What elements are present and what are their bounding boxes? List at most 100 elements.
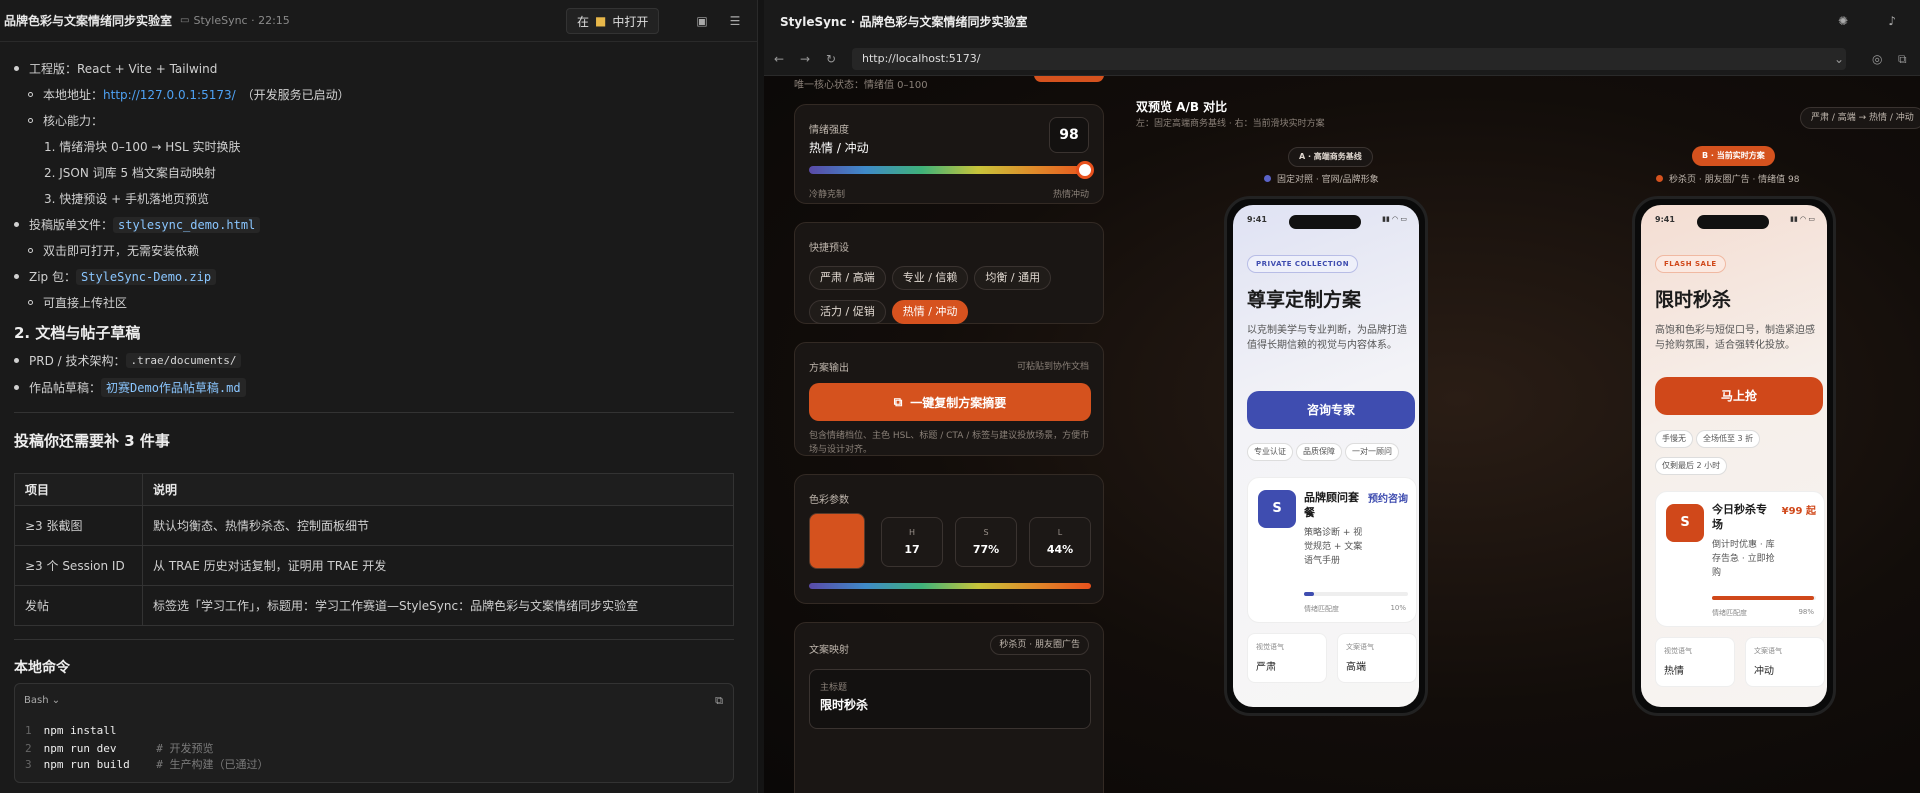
preset-passionate[interactable]: 热情 / 冲动 bbox=[891, 300, 969, 324]
intensity-card: 情绪强度 热情 / 冲动 98 冷静克制 热情冲动 bbox=[794, 104, 1104, 204]
folder-icon: ▭ bbox=[180, 15, 190, 26]
intensity-slider[interactable] bbox=[809, 166, 1091, 174]
url-input[interactable]: http://localhost:5173/ bbox=[852, 48, 1846, 70]
list-item: 双击即可打开，无需安装依赖 bbox=[28, 242, 199, 259]
lightness-box: L 44% bbox=[1029, 517, 1091, 567]
copy-icon[interactable]: ⧉ bbox=[715, 694, 723, 708]
status-icons: ▮▮ ◠ ▭ bbox=[1382, 215, 1407, 223]
preset-professional[interactable]: 专业 / 信赖 bbox=[891, 266, 969, 290]
divider bbox=[14, 412, 734, 413]
local-url-link[interactable]: http://127.0.0.1:5173/ bbox=[103, 88, 236, 102]
phone-title: 尊享定制方案 bbox=[1247, 289, 1362, 311]
list-item: 3. 快捷预设 + 手机落地页预览 bbox=[44, 192, 209, 206]
page-viewport: 唯一核心状态：情绪值 0–100 情绪强度 热情 / 冲动 98 冷静克制 热情… bbox=[764, 76, 1920, 793]
chat-title: 品牌色彩与文案情绪同步实验室 bbox=[4, 14, 173, 28]
note-b: 秒杀页 · 朋友圈广告 · 情绪值 98 bbox=[1656, 172, 1799, 185]
section-heading-cmd: 本地命令 bbox=[14, 660, 70, 676]
bell-icon[interactable]: ♪ bbox=[1888, 14, 1896, 28]
ab-title: 双预览 A/B 对比 bbox=[1136, 100, 1228, 114]
match-meter bbox=[1304, 592, 1408, 596]
table-header-row: 项目 说明 bbox=[14, 473, 734, 506]
saturation-box: S 77% bbox=[955, 517, 1017, 567]
code-block: Bash ⌄ ⧉ 1 npm install 2 npm run dev # 开发预… bbox=[14, 683, 734, 783]
table-row: ≥3 张截图 默认均衡态、热情秒杀态、控制面板细节 bbox=[14, 505, 734, 546]
phone-chips: 专业认证 品质保障 一对一顾问 bbox=[1247, 439, 1419, 466]
phone-offer-card: S 品牌顾问套餐 预约咨询 策略诊断 + 视觉规范 + 文案语气手册 情绪匹配度… bbox=[1247, 477, 1417, 623]
app-window: 品牌色彩与文案情绪同步实验室 ▭ StyleSync · 22:15 在 ■ 中打开 … bbox=[0, 0, 1920, 793]
list-item: 作品帖草稿： 初赛Demo作品帖草稿.md bbox=[14, 378, 246, 397]
list-item: 投稿版单文件： stylesync_demo.html bbox=[14, 216, 261, 233]
section-heading-need: 投稿你还需要补 3 件事 bbox=[14, 432, 170, 450]
brightness-icon[interactable]: ✺ bbox=[1838, 14, 1848, 28]
hue-bar bbox=[809, 583, 1091, 589]
avatar: S bbox=[1258, 490, 1296, 528]
phone-preview-b: 9:41 ▮▮ ◠ ▭ FLASH SALE 限时秒杀 高饱和色彩与短促口号，制造… bbox=[1632, 196, 1836, 716]
phone-screen: 9:41 ▮▮ ◠ ▭ PRIVATE COLLECTION 尊享定制方案 以克制… bbox=[1233, 205, 1419, 707]
preset-serious[interactable]: 严肃 / 高端 bbox=[809, 266, 886, 290]
copy-mapping-card: 文案映射 秒杀页 · 朋友圈广告 主标题 限时秒杀 bbox=[794, 622, 1104, 793]
book-consult-link[interactable]: 预约咨询 bbox=[1368, 490, 1408, 505]
list-item: 核心能力： bbox=[28, 112, 103, 129]
target-icon[interactable]: ◎ bbox=[1872, 52, 1882, 66]
output-description: 包含情绪档位、主色 HSL、标题 / CTA / 标签与建议投放场景，方便市场与… bbox=[809, 431, 1090, 455]
visual-tone-card: 视觉语气 热情 bbox=[1655, 637, 1735, 687]
phone-tag: FLASH SALE bbox=[1655, 255, 1726, 273]
forward-icon[interactable]: → bbox=[800, 52, 810, 66]
headline-field[interactable]: 主标题 限时秒杀 bbox=[809, 669, 1091, 729]
note-a: 固定对照 · 官网/品牌形象 bbox=[1264, 172, 1379, 185]
presets-card: 快捷预设 严肃 / 高端 专业 / 信赖 均衡 / 通用 活力 / 促销 热情 / 冲动 bbox=[794, 222, 1104, 324]
phone-screen: 9:41 ▮▮ ◠ ▭ FLASH SALE 限时秒杀 高饱和色彩与短促口号，制造… bbox=[1641, 205, 1827, 707]
phone-tag: PRIVATE COLLECTION bbox=[1247, 255, 1359, 273]
preset-list: 严肃 / 高端 专业 / 信赖 均衡 / 通用活力 / 促销 热情 / 冲动 bbox=[809, 259, 1099, 327]
back-icon[interactable]: ← bbox=[774, 52, 784, 66]
zip-file-code: StyleSync-Demo.zip bbox=[76, 268, 217, 285]
visual-tone-card: 视觉语气 严肃 bbox=[1247, 633, 1327, 683]
draft-file-link[interactable]: 初赛Demo作品帖草稿.md bbox=[101, 378, 246, 397]
todo-table: 项目 说明 ≥3 张截图 默认均衡态、热情秒杀态、控制面板细节 ≥3 个 Sessi… bbox=[14, 473, 734, 626]
single-file-code: stylesync_demo.html bbox=[113, 216, 261, 233]
phone-desc: 高饱和色彩与短促口号，制造紧迫感与抢购氛围，适合强转化投放。 bbox=[1655, 325, 1815, 351]
list-item: 可直接上传社区 bbox=[28, 294, 127, 311]
phone-desc: 以克制美学与专业判断，为品牌打造值得长期信赖的视觉与内容体系。 bbox=[1247, 325, 1407, 351]
browser-title-bar: StyleSync · 品牌色彩与文案情绪同步实验室 ✺ ♪ bbox=[764, 0, 1920, 42]
tag-b: B · 当前实时方案 bbox=[1692, 146, 1775, 166]
state-badge bbox=[1034, 76, 1104, 82]
terminal-icon[interactable]: ▣ bbox=[694, 13, 710, 29]
code-line: 1 npm install bbox=[25, 724, 117, 737]
browser-panel: StyleSync · 品牌色彩与文案情绪同步实验室 ✺ ♪ ← → ↻ htt… bbox=[764, 0, 1920, 793]
phone-cta-button[interactable]: 咨询专家 bbox=[1247, 391, 1415, 429]
color-card: 色彩参数 H 17 S 77% L 44% bbox=[794, 474, 1104, 604]
phone-chips: 手慢无 全场低至 3 折仅剩最后 2 小时 bbox=[1655, 426, 1795, 480]
open-in-button[interactable]: 在 ■ 中打开 bbox=[566, 8, 660, 34]
tag-a: A · 高端商务基线 bbox=[1288, 147, 1373, 167]
divider bbox=[14, 639, 734, 640]
phone-cta-button[interactable]: 马上抢 bbox=[1655, 377, 1823, 415]
copy-tone-card: 文案语气 冲动 bbox=[1745, 637, 1825, 687]
chat-header: 品牌色彩与文案情绪同步实验室 ▭ StyleSync · 22:15 在 ■ 中打开 … bbox=[0, 0, 758, 42]
list-item: 工程版：React + Vite + Tailwind bbox=[14, 60, 217, 77]
reload-icon[interactable]: ↻ bbox=[826, 52, 836, 66]
code-language-label[interactable]: Bash ⌄ bbox=[24, 695, 60, 706]
code-line: 2 npm run dev # 开发预览 bbox=[25, 742, 214, 755]
ab-subtitle: 左：固定高端商务基线 · 右：当前滑块实时方案 bbox=[1136, 119, 1325, 129]
preset-vibrant[interactable]: 活力 / 促销 bbox=[809, 300, 886, 324]
match-meter bbox=[1712, 596, 1816, 600]
output-card: 方案输出 可粘贴到协作文档 ⧉ 一键复制方案摘要 包含情绪档位、主色 HSL、标题… bbox=[794, 342, 1104, 456]
code-line: 3 npm run build # 生产构建（已通过） bbox=[25, 758, 269, 771]
avatar: S bbox=[1666, 504, 1704, 542]
status-icons: ▮▮ ◠ ▭ bbox=[1790, 215, 1815, 223]
hue-box: H 17 bbox=[881, 517, 943, 567]
table-row: ≥3 个 Session ID 从 TRAE 历史对话复制，证明用 TRAE 开发 bbox=[14, 545, 734, 586]
chevron-down-icon[interactable]: ⌄ bbox=[1834, 52, 1844, 66]
list-item: PRD / 技术架构： .trae/documents/ bbox=[14, 352, 242, 369]
chat-content: 工程版：React + Vite + Tailwind 本地地址： http://… bbox=[0, 42, 758, 793]
slider-handle[interactable] bbox=[1076, 161, 1095, 179]
preset-balanced[interactable]: 均衡 / 通用 bbox=[974, 266, 1052, 290]
chat-subtitle: ▭ StyleSync · 22:15 bbox=[180, 14, 290, 27]
copy-summary-button[interactable]: ⧉ 一键复制方案摘要 bbox=[809, 383, 1091, 421]
external-icon[interactable]: ⧉ bbox=[1898, 52, 1907, 67]
list-icon[interactable]: ☰ bbox=[727, 13, 743, 29]
url-bar: ← → ↻ http://localhost:5173/ ⌄ ◎ ⧉ bbox=[764, 42, 1920, 76]
list-item: Zip 包： StyleSync-Demo.zip bbox=[14, 268, 217, 285]
flow-badge: 严肃 / 高端 → 热情 / 冲动 bbox=[1800, 107, 1920, 129]
